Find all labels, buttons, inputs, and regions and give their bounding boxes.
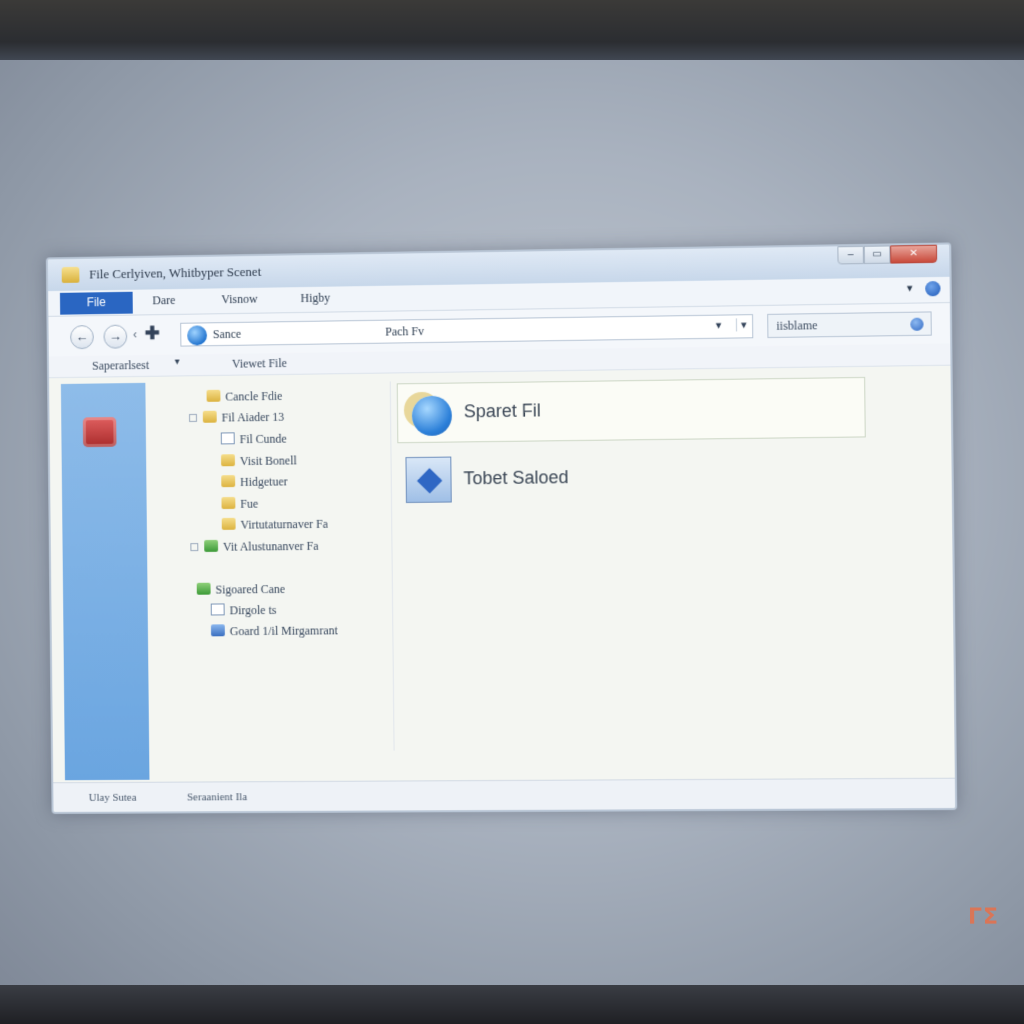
recent-locations-icon[interactable]: ‹ — [133, 327, 137, 341]
list-item[interactable]: Sparet Fil — [396, 376, 866, 444]
tree-item[interactable]: Dirgole ts — [210, 602, 277, 618]
tree-item-label: Fil Aiader 13 — [221, 409, 285, 425]
tree-item-label: Sigoared Cane — [215, 581, 286, 597]
tree-item-label: Dirgole ts — [229, 602, 277, 618]
image-file-icon — [405, 456, 452, 504]
tree-item[interactable]: Fil Aiader 13 — [189, 410, 284, 426]
search-icon[interactable] — [910, 317, 924, 331]
list-item-label: Tobet Saloed — [463, 467, 569, 489]
close-button[interactable]: ✕ — [890, 244, 938, 264]
tree-item-label: Goard 1/il Mirgamrant — [229, 623, 338, 639]
document-icon — [220, 432, 235, 445]
status-left: Ulay Sutea — [88, 791, 137, 804]
tree-item-label: Fue — [240, 496, 259, 511]
folder-icon — [206, 389, 221, 402]
tree-item[interactable]: Goard 1/il Mirgamrant — [210, 623, 338, 639]
minimize-button[interactable]: – — [837, 245, 864, 265]
tree-item-label: Vit Alustunanver Fa — [222, 538, 319, 554]
expand-icon[interactable] — [189, 413, 197, 422]
file-explorer-window: File Cerlyiven, Whitbyper Scenet – ▭ ✕ F… — [45, 242, 958, 814]
tree-item[interactable]: Visit Bonell — [221, 453, 297, 469]
status-right: Seraanient Ila — [187, 791, 248, 804]
address-history-icon[interactable]: ▾ — [735, 318, 747, 332]
status-bar: Ulay Sutea Seraanient Ila — [53, 777, 956, 812]
up-button[interactable]: ✚ — [145, 323, 160, 344]
monitor-bezel-bottom — [0, 985, 1024, 1024]
tab-dare[interactable]: Dare — [152, 293, 175, 308]
window-title: File Cerlyiven, Whitbyper Scenet — [89, 263, 262, 282]
tab-higby[interactable]: Higby — [300, 291, 330, 306]
network-icon — [196, 582, 211, 595]
tree-item[interactable]: Virtutaturnaver Fa — [221, 516, 328, 533]
tree-item[interactable]: Vit Alustunanver Fa — [190, 538, 319, 555]
globe-icon — [187, 325, 208, 346]
tree-item[interactable]: Fil Cunde — [220, 431, 287, 448]
document-icon — [210, 603, 225, 616]
tree-item[interactable]: Sigoared Cane — [196, 581, 286, 598]
folder-icon — [221, 454, 235, 467]
tree-item[interactable]: Fue — [221, 497, 258, 512]
computer-icon — [210, 624, 225, 637]
search-value: iisblame — [776, 318, 818, 333]
forward-button[interactable]: → — [103, 324, 128, 349]
chevron-down-icon[interactable]: ▾ — [175, 357, 180, 368]
navigation-tree: Cancle Fdie Fil Aiader 13 Fil Cunde Visi… — [187, 387, 399, 767]
tree-item-label: Cancle Fdie — [225, 388, 283, 404]
tree-item-label: Hidgetuer — [240, 474, 288, 489]
folder-app-icon — [61, 266, 80, 283]
tab-visnow[interactable]: Visnow — [221, 292, 257, 307]
tab-file[interactable]: File — [59, 291, 133, 315]
address-location: Sance — [212, 326, 242, 342]
toolbar-organize-button[interactable]: Saperarlsest — [92, 358, 149, 374]
globe-icon — [411, 395, 453, 437]
tree-item[interactable]: Hidgetuer — [221, 474, 288, 490]
folder-icon — [221, 496, 236, 510]
list-item[interactable]: Tobet Saloed — [397, 450, 698, 514]
side-panel — [60, 382, 150, 781]
address-bar[interactable]: Sance Pach Fv ▾ ▾ — [180, 314, 754, 347]
monitor-logo: ΓΣ — [968, 905, 1000, 930]
help-icon[interactable] — [925, 280, 941, 297]
ribbon-expand-icon[interactable]: ▾ — [907, 281, 913, 294]
folder-icon — [202, 410, 217, 423]
search-input[interactable]: iisblame — [767, 311, 932, 339]
toolbar-view-button[interactable]: Viewet File — [232, 356, 287, 372]
maximize-button[interactable]: ▭ — [863, 245, 891, 265]
file-list: Sparet Fil Tobet Saloed — [396, 370, 945, 777]
green-folder-icon — [204, 539, 219, 552]
address-path: Pach Fv — [385, 324, 425, 339]
tree-item-label: Visit Bonell — [239, 453, 297, 469]
folder-icon — [221, 475, 236, 488]
tree-item-label: Fil Cunde — [239, 431, 287, 447]
tree-item-label: Virtutaturnaver Fa — [240, 516, 328, 532]
folder-icon — [221, 517, 236, 530]
expand-icon[interactable] — [190, 543, 199, 552]
address-dropdown-icon[interactable]: ▾ — [716, 319, 722, 332]
list-item-label: Sparet Fil — [463, 400, 541, 422]
toolbox-icon[interactable] — [82, 416, 117, 448]
back-button[interactable]: ← — [70, 325, 94, 350]
tree-item[interactable]: Cancle Fdie — [206, 388, 283, 405]
